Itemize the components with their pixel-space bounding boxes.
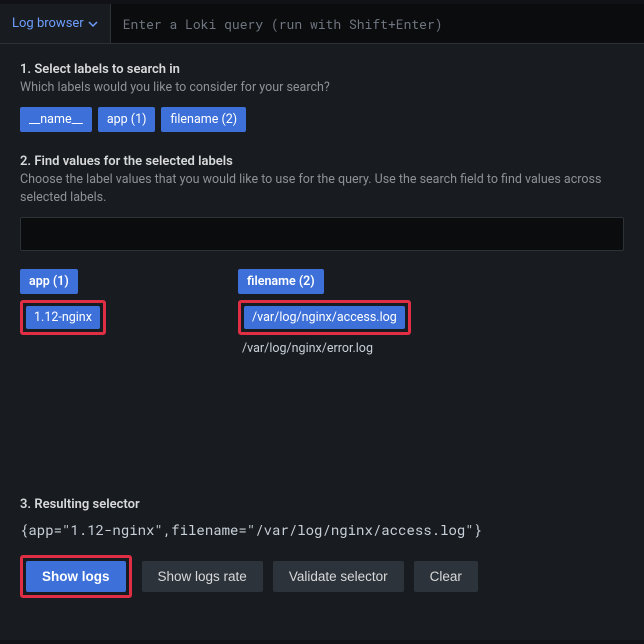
label-chip-row: __name__ app (1) filename (2) — [20, 107, 624, 132]
log-browser-toggle[interactable]: Log browser — [0, 4, 111, 43]
value-filename-other[interactable]: /var/log/nginx/error.log — [238, 335, 438, 360]
log-browser-label: Log browser — [12, 16, 84, 31]
validate-selector-button[interactable]: Validate selector — [273, 561, 404, 592]
step3-title: 3. Resulting selector — [20, 497, 624, 512]
step1-desc: Which labels would you like to consider … — [20, 79, 624, 97]
label-chip-app[interactable]: app (1) — [98, 107, 156, 132]
action-row: Show logs Show logs rate Validate select… — [20, 555, 624, 598]
step2-desc: Choose the label values that you would l… — [20, 171, 624, 207]
resulting-selector: {app="1.12-nginx",filename="/var/log/ngi… — [20, 520, 624, 539]
values-col-filename: filename (2) /var/log/nginx/access.log /… — [238, 269, 438, 469]
col-header-app[interactable]: app (1) — [20, 269, 78, 294]
highlight-app-value: 1.12-nginx — [20, 300, 106, 335]
show-logs-rate-button[interactable]: Show logs rate — [142, 561, 263, 592]
log-browser-panel: 1. Select labels to search in Which labe… — [0, 44, 644, 640]
step2-title: 2. Find values for the selected labels — [20, 154, 624, 169]
highlight-show-logs: Show logs — [20, 555, 132, 598]
step1-title: 1. Select labels to search in — [20, 62, 624, 77]
show-logs-button[interactable]: Show logs — [26, 561, 126, 592]
values-search-input[interactable] — [20, 217, 624, 251]
values-columns: app (1) 1.12-nginx filename (2) /var/log… — [20, 269, 624, 469]
col-header-filename[interactable]: filename (2) — [238, 269, 324, 294]
label-chip-name[interactable]: __name__ — [20, 107, 92, 132]
chevron-down-icon — [88, 19, 98, 29]
clear-button[interactable]: Clear — [414, 561, 478, 592]
query-topbar: Log browser — [0, 4, 644, 44]
loki-query-input[interactable] — [111, 4, 644, 43]
values-col-app: app (1) 1.12-nginx — [20, 269, 220, 469]
value-app-selected[interactable]: 1.12-nginx — [26, 306, 100, 329]
value-filename-selected[interactable]: /var/log/nginx/access.log — [244, 306, 405, 329]
highlight-filename-value: /var/log/nginx/access.log — [238, 300, 411, 335]
label-chip-filename[interactable]: filename (2) — [161, 107, 246, 132]
